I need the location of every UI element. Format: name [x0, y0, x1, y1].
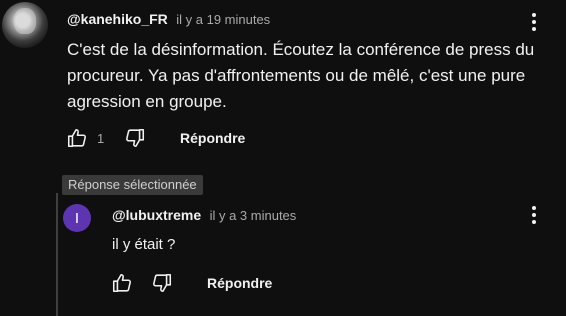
reply-timestamp[interactable]: il y a 3 minutes — [210, 208, 297, 223]
reply-text: il y était ? — [112, 236, 176, 253]
selected-reply-badge: Réponse sélectionnée — [62, 175, 203, 195]
thread-line — [56, 193, 58, 316]
avatar[interactable] — [2, 2, 48, 48]
reply-thumbs-up-icon[interactable] — [111, 272, 133, 294]
reply-avatar-letter: I — [74, 209, 80, 227]
thumbs-down-icon[interactable] — [124, 127, 146, 149]
reply-button[interactable]: Répondre — [180, 130, 245, 146]
comment-text-line: procureur. Ya pas d'affrontements ou de … — [67, 66, 526, 85]
comment-header: @kanehiko_FR il y a 19 minutes — [67, 11, 270, 29]
comment-timestamp[interactable]: il y a 19 minutes — [176, 12, 270, 27]
thumbs-up-icon[interactable] — [66, 127, 88, 149]
reply-more-options-icon[interactable] — [522, 203, 546, 227]
reply-header: @lubuxtreme il y a 3 minutes — [112, 207, 296, 225]
comment-text-line: C'est de la désinformation. Écoutez la c… — [67, 40, 535, 59]
reply-avatar[interactable]: I — [63, 204, 91, 232]
reply-thumbs-down-icon[interactable] — [151, 272, 173, 294]
like-count: 1 — [97, 131, 105, 146]
reply-author[interactable]: @lubuxtreme — [112, 207, 201, 223]
more-options-icon[interactable] — [522, 10, 546, 34]
reply-reply-button[interactable]: Répondre — [207, 275, 272, 291]
comment-author[interactable]: @kanehiko_FR — [67, 11, 168, 27]
comment-text-line: agression en groupe. — [67, 92, 227, 111]
comment-text: C'est de la désinformation. Écoutez la c… — [67, 37, 557, 115]
